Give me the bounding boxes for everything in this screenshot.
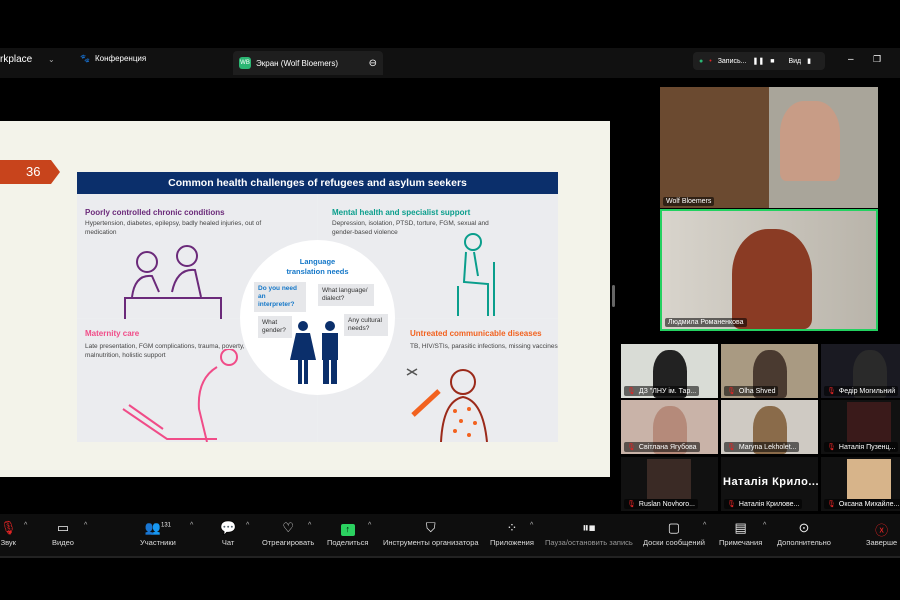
participant-name: 🎙 Наталія Крилове... bbox=[724, 499, 803, 509]
speech-bubble: Any cultural needs? bbox=[344, 314, 388, 336]
host-tools-button[interactable]: ⛉ Инструменты организатора bbox=[383, 520, 479, 547]
react-caret[interactable]: ^ bbox=[308, 522, 311, 529]
pause-icon[interactable]: ❚❚ bbox=[753, 57, 765, 65]
participant-video bbox=[732, 229, 812, 329]
speech-bubble: Do you need an interpreter? bbox=[254, 282, 306, 312]
pause-stop-icon: ⏸⏹ bbox=[582, 520, 596, 535]
chat-button[interactable]: 💬 Чат bbox=[220, 520, 236, 547]
audio-button[interactable]: 🎙 Звук bbox=[0, 520, 17, 547]
splitter-handle[interactable] bbox=[612, 285, 615, 307]
mic-muted-icon: 🎙 bbox=[827, 501, 836, 508]
gallery-tile[interactable]: 🎙 Оксана Михайле... bbox=[821, 457, 900, 511]
participant-name: 🎙 Світлана Ягубова bbox=[624, 442, 700, 452]
slide-number: 36 bbox=[0, 160, 60, 184]
speech-bubble: What gender? bbox=[258, 316, 292, 338]
participants-caret[interactable]: ^ bbox=[190, 522, 193, 529]
participant-name: 🎙 ДЗ "ЛНУ ім. Тар... bbox=[624, 386, 700, 396]
divider bbox=[0, 556, 900, 558]
more-icon: ⊙ bbox=[798, 520, 810, 535]
gallery-tile[interactable]: 🎙 Світлана Ягубова bbox=[621, 400, 718, 454]
mic-muted-icon: 🎙 bbox=[0, 520, 17, 535]
participant-avatar bbox=[847, 459, 891, 499]
gallery-tile[interactable]: 🎙 Maryna Lekholet... bbox=[721, 400, 818, 454]
participant-video bbox=[780, 101, 840, 181]
mic-muted-icon: 🎙 bbox=[827, 388, 836, 395]
participant-avatar bbox=[647, 459, 691, 499]
notes-caret[interactable]: ^ bbox=[763, 522, 766, 529]
camera-icon: ▭ bbox=[56, 520, 70, 535]
participant-name: 🎙 Olha Shved bbox=[724, 386, 779, 396]
react-button[interactable]: ♡ Отреагировать bbox=[262, 520, 314, 547]
notes-button[interactable]: ▤ Примечания bbox=[719, 520, 762, 547]
slide-title: Common health challenges of refugees and… bbox=[77, 172, 558, 194]
stop-icon[interactable]: ■ bbox=[770, 58, 774, 65]
restore-button[interactable]: ❐ bbox=[873, 54, 881, 65]
participant-name: 🎙 Maryna Lekholet... bbox=[724, 442, 800, 452]
video-options-caret[interactable]: ^ bbox=[84, 522, 87, 529]
participant-name: 🎙 Федір Могильний bbox=[824, 386, 899, 396]
close-icon: ⓧ bbox=[875, 523, 889, 538]
more-button[interactable]: ⊙ Дополнительно bbox=[777, 520, 831, 547]
participants-button[interactable]: 👥131 Участники bbox=[140, 520, 176, 547]
gallery-tile[interactable]: 🎙 Наталія Пузенц... bbox=[821, 400, 900, 454]
mic-muted-icon: 🎙 bbox=[827, 444, 836, 451]
avatar: WB bbox=[239, 57, 251, 69]
notes-icon: ▤ bbox=[734, 520, 747, 535]
record-icon: • bbox=[709, 57, 712, 65]
recording-status: ● • Запись... ❚❚ ■ Вид ▮ bbox=[693, 52, 825, 70]
tab-screen-share[interactable]: WB Экран (Wolf Bloemers) ⊖ bbox=[233, 51, 383, 75]
participant-name: 🎙 Оксана Михайле... bbox=[824, 499, 900, 509]
participant-name: 🎙 Ruslan Novhoro... bbox=[624, 499, 698, 509]
chat-icon: 💬 bbox=[220, 520, 237, 535]
shield-icon: ● bbox=[699, 57, 704, 65]
mic-muted-icon: 🎙 bbox=[627, 388, 636, 395]
end-button[interactable]: ⓧ Заверше bbox=[866, 520, 897, 547]
more-icon[interactable]: ⊖ bbox=[369, 58, 377, 69]
view-icon: ▮ bbox=[807, 58, 811, 65]
mic-muted-icon: 🎙 bbox=[627, 444, 636, 451]
gallery-tile[interactable]: 🎙 ДЗ "ЛНУ ім. Тар... bbox=[621, 344, 718, 398]
chat-caret[interactable]: ^ bbox=[246, 522, 249, 529]
participants-icon: 👥131 bbox=[144, 520, 172, 535]
mic-muted-icon: 🎙 bbox=[627, 501, 636, 508]
audio-options-caret[interactable]: ^ bbox=[24, 522, 27, 529]
whiteboard-icon: ▢ bbox=[667, 520, 681, 535]
participant-avatar bbox=[847, 402, 891, 442]
participant-name-large: Наталія Крило... bbox=[723, 476, 820, 488]
share-caret[interactable]: ^ bbox=[368, 522, 371, 529]
apps-button[interactable]: ⁘ Приложения bbox=[490, 520, 534, 547]
speech-bubble: What language/ dialect? bbox=[318, 284, 374, 306]
share-button[interactable]: ↑ Поделиться bbox=[327, 520, 368, 547]
gallery-tile[interactable]: 🎙 Федір Могильний bbox=[821, 344, 900, 398]
mic-muted-icon: 🎙 bbox=[727, 444, 736, 451]
gallery-tile[interactable]: 🎙 Ruslan Novhoro... bbox=[621, 457, 718, 511]
apps-icon: ⁘ bbox=[506, 520, 518, 535]
heart-icon: ♡ bbox=[282, 520, 294, 535]
minimize-button[interactable]: – bbox=[848, 54, 854, 65]
tab-meeting[interactable]: 🐾 Конференция bbox=[80, 54, 146, 63]
app-brand: rkplace bbox=[0, 54, 33, 65]
video-button[interactable]: ▭ Видео bbox=[52, 520, 74, 547]
participant-name: 🎙 Наталія Пузенц... bbox=[824, 442, 899, 452]
pregnant-woman-illustration bbox=[122, 349, 238, 442]
apps-caret[interactable]: ^ bbox=[530, 522, 533, 529]
shield-icon: ⛉ bbox=[425, 520, 436, 535]
paw-icon: 🐾 bbox=[80, 54, 90, 63]
video-tile-active-speaker[interactable]: Людмила Романенкова bbox=[660, 209, 878, 331]
mic-muted-icon: 🎙 bbox=[727, 501, 736, 508]
doctor-patient-illustration bbox=[124, 245, 222, 321]
gallery-tile[interactable]: 🎙 Olha Shved bbox=[721, 344, 818, 398]
chevron-down-icon[interactable]: ⌄ bbox=[48, 55, 55, 64]
seated-person-illustration bbox=[457, 233, 495, 316]
whiteboards-button[interactable]: ▢ Доски сообщений bbox=[643, 520, 705, 547]
mic-muted-icon: 🎙 bbox=[727, 388, 736, 395]
pause-recording-button[interactable]: ⏸⏹ Пауза/остановить запись bbox=[545, 520, 633, 547]
view-button[interactable]: Вид bbox=[788, 58, 801, 65]
whiteboards-caret[interactable]: ^ bbox=[703, 522, 706, 529]
doctors-icon bbox=[290, 321, 338, 384]
disease-illustration bbox=[406, 368, 488, 442]
video-tile-speaker[interactable]: Wolf Bloemers bbox=[660, 87, 878, 208]
language-circle: Language translation needs Do you need a… bbox=[240, 240, 395, 395]
share-icon: ↑ bbox=[340, 520, 355, 538]
